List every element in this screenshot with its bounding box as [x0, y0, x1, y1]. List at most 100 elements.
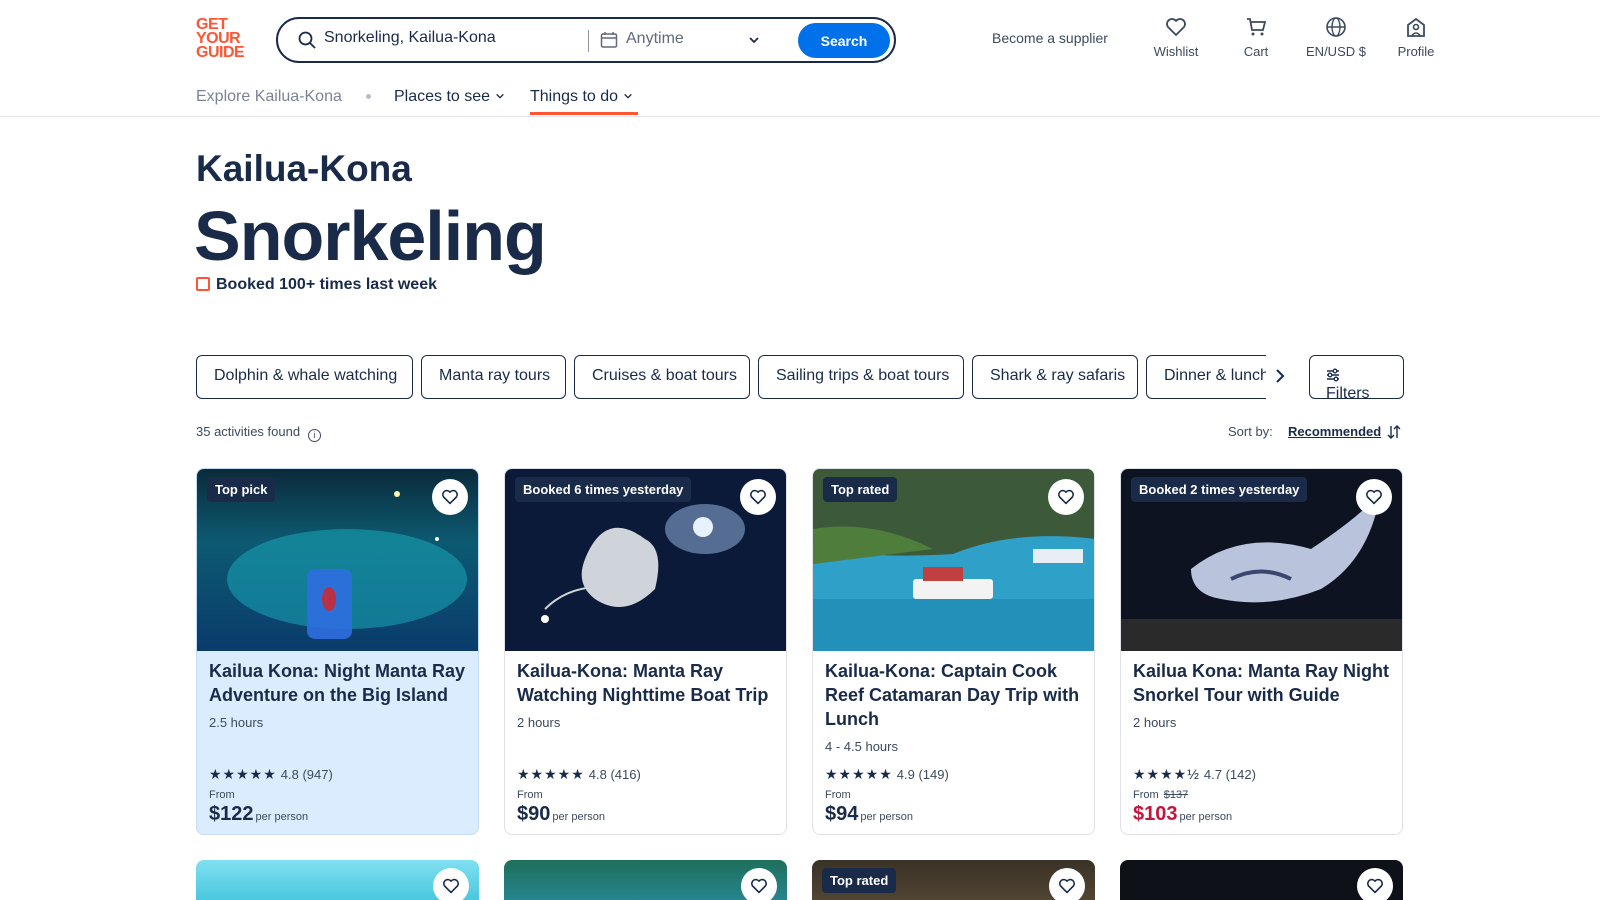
search-icon [298, 31, 316, 49]
activity-price: $122 per person [209, 803, 309, 825]
profile-icon [1407, 17, 1425, 37]
activity-rating: ★★★★★ 4.8 (416) [517, 766, 641, 782]
star-rating-icon: ★★★★★ [825, 766, 893, 782]
heart-icon [1058, 489, 1074, 505]
wishlist-toggle[interactable] [1048, 479, 1084, 515]
wishlist-toggle[interactable] [740, 479, 776, 515]
results-count: 35 activities found i [196, 424, 322, 442]
booking-stat: Booked 100+ times last week [196, 276, 437, 294]
heart-icon [443, 878, 459, 894]
wishlist-toggle[interactable] [741, 868, 777, 900]
wishlist-button[interactable]: Wishlist [1150, 16, 1202, 59]
chip-dolphin-whale[interactable]: Dolphin & whale watching [196, 355, 413, 399]
calendar-icon [600, 32, 618, 48]
activity-duration: 4 - 4.5 hours [825, 739, 898, 754]
activity-price: $90 per person [517, 803, 605, 825]
activity-card[interactable]: Booked 2 times yesterday Kailua Kona: Ma… [1120, 468, 1403, 835]
locale-button[interactable]: EN/USD $ [1304, 16, 1368, 59]
chevron-down-icon[interactable] [748, 34, 760, 46]
search-button[interactable]: Search [798, 23, 890, 58]
profile-button[interactable]: Profile [1396, 16, 1436, 59]
sort-label: Sort by: [1228, 424, 1273, 439]
status-badge: Top rated [823, 477, 898, 502]
activity-title[interactable]: Kailua-Kona: Captain Cook Reef Catamaran… [825, 659, 1087, 731]
status-badge: Top pick [207, 477, 276, 502]
heart-icon [1059, 878, 1075, 894]
bookmark-icon [196, 277, 210, 291]
price-prefix: From [825, 789, 851, 801]
price-prefix: From [517, 789, 543, 801]
things-to-do-menu[interactable]: Things to do [530, 88, 633, 106]
top-header: GET YOUR GUIDE Anytime Search Become a s… [0, 0, 1600, 117]
cart-label: Cart [1243, 44, 1269, 59]
search-input[interactable] [324, 29, 564, 47]
getyourguide-logo[interactable]: GET YOUR GUIDE [196, 17, 254, 62]
activity-card[interactable]: Booked 6 times yesterday Kailua-Kona: Ma… [504, 468, 787, 835]
activity-title[interactable]: Kailua Kona: Night Manta Ray Adventure o… [209, 659, 471, 707]
info-icon[interactable]: i [308, 429, 322, 442]
star-rating-icon: ★★★★★ [517, 766, 585, 782]
activity-duration: 2 hours [517, 715, 561, 730]
status-badge: Booked 2 times yesterday [1131, 477, 1308, 502]
activity-card[interactable]: Top pick Kailua Kona: Night Manta Ray Ad… [196, 468, 479, 835]
star-rating-icon: ★★★★½ [1133, 766, 1200, 782]
activity-duration: 2 hours [1133, 715, 1177, 730]
chip-shark-ray[interactable]: Shark & ray safaris [972, 355, 1138, 399]
activity-rating: ★★★★★ 4.9 (149) [825, 766, 949, 782]
globe-icon [1326, 17, 1346, 37]
wishlist-toggle[interactable] [1357, 868, 1393, 900]
sliders-icon [1327, 368, 1339, 382]
chevron-down-icon [623, 93, 632, 99]
activity-card[interactable]: Top rated [812, 860, 1095, 900]
star-rating-icon: ★★★★★ [209, 766, 277, 782]
chip-dinner-lunch[interactable]: Dinner & lunch [1146, 355, 1266, 399]
original-price: $137 [1163, 789, 1189, 801]
activity-card[interactable] [196, 860, 479, 900]
chevron-down-icon [495, 93, 504, 99]
chip-cruises[interactable]: Cruises & boat tours [574, 355, 750, 399]
chip-sailing[interactable]: Sailing trips & boat tours [758, 355, 964, 399]
search-divider [588, 30, 589, 52]
places-to-see-menu[interactable]: Places to see [394, 88, 505, 106]
explore-link[interactable]: Explore Kailua-Kona [196, 88, 342, 106]
wishlist-label: Wishlist [1153, 44, 1199, 59]
status-badge: Top rated [822, 868, 897, 893]
wishlist-toggle[interactable] [1356, 479, 1392, 515]
sort-order-icon[interactable] [1386, 424, 1402, 440]
activity-title[interactable]: Kailua Kona: Manta Ray Night Snorkel Tou… [1133, 659, 1395, 707]
wishlist-toggle[interactable] [433, 868, 469, 900]
city-heading: Kailua-Kona [196, 148, 412, 189]
cart-button[interactable]: Cart [1238, 16, 1274, 59]
heart-icon [751, 878, 767, 894]
cart-icon [1247, 18, 1267, 36]
locale-label: EN/USD $ [1306, 44, 1366, 59]
heart-icon [1366, 489, 1382, 505]
activity-price: $94 per person [825, 803, 913, 825]
chevron-right-icon[interactable] [1268, 364, 1292, 388]
price-prefix: From [209, 789, 235, 801]
status-badge: Booked 6 times yesterday [515, 477, 692, 502]
wishlist-toggle[interactable] [432, 479, 468, 515]
heart-icon [750, 489, 766, 505]
chip-manta-ray[interactable]: Manta ray tours [421, 355, 566, 399]
activity-duration: 2.5 hours [209, 715, 264, 730]
activity-rating: ★★★★★ 4.8 (947) [209, 766, 333, 782]
search-bar: Anytime Search [276, 17, 896, 63]
sort-dropdown[interactable]: Recommended [1288, 424, 1381, 439]
become-supplier-link[interactable]: Become a supplier [992, 30, 1108, 46]
profile-label: Profile [1397, 44, 1435, 59]
activity-card[interactable] [504, 860, 787, 900]
price-prefix: From $137 [1133, 789, 1189, 801]
page-title: Snorkeling [194, 197, 547, 275]
activity-price: $103 per person [1133, 803, 1233, 825]
activity-card[interactable] [1120, 860, 1403, 900]
heart-icon [1367, 878, 1383, 894]
activity-card[interactable]: Top rated Kailua-Kona: Captain Cook Reef… [812, 468, 1095, 835]
heart-icon [1166, 18, 1186, 36]
activity-title[interactable]: Kailua-Kona: Manta Ray Watching Nighttim… [517, 659, 779, 707]
activity-rating: ★★★★½ 4.7 (142) [1133, 766, 1256, 782]
filters-button[interactable]: Filters [1309, 355, 1404, 402]
wishlist-toggle[interactable] [1049, 868, 1085, 900]
date-picker-value[interactable]: Anytime [626, 30, 684, 48]
heart-icon [442, 489, 458, 505]
